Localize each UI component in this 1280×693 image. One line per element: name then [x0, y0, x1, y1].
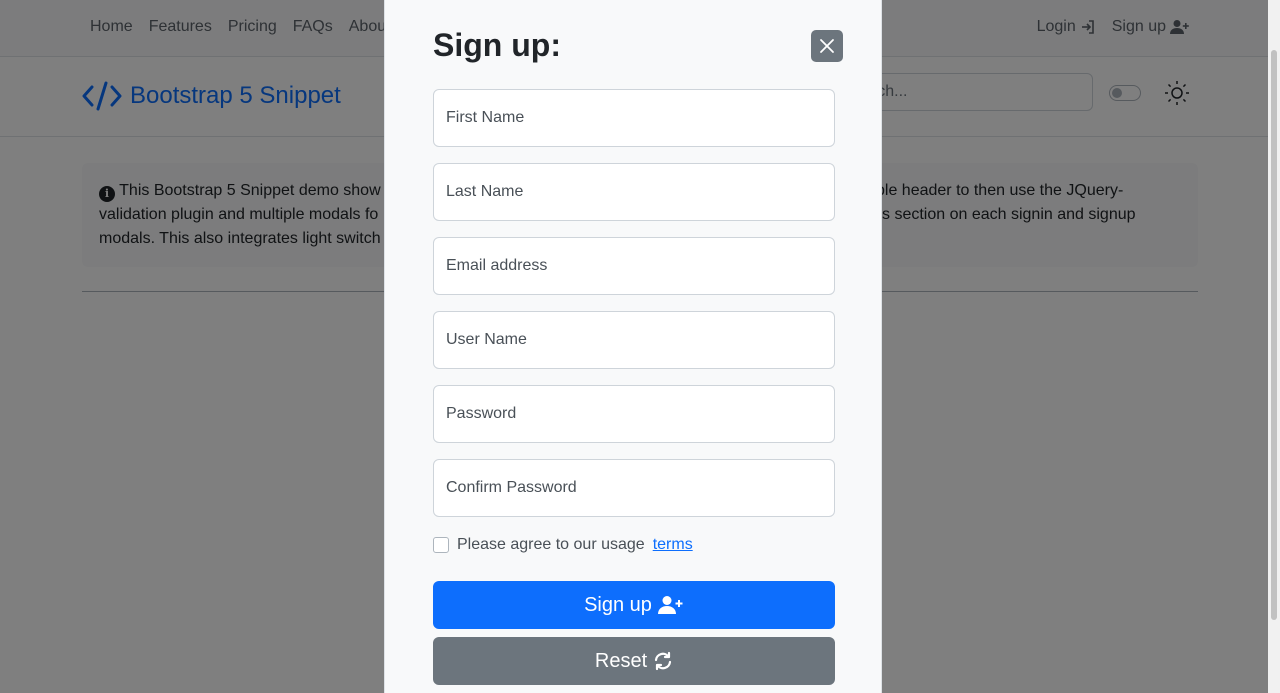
- close-button[interactable]: [811, 30, 843, 62]
- username-input[interactable]: [433, 311, 835, 369]
- agree-label: Please agree to our usage: [457, 536, 645, 553]
- terms-agreement: Please agree to our usage terms: [433, 536, 693, 554]
- signup-submit-button[interactable]: Sign up: [433, 581, 835, 629]
- reset-button[interactable]: Reset: [433, 637, 835, 685]
- modal-title: Sign up:: [433, 27, 561, 63]
- scrollbar[interactable]: [1268, 0, 1280, 693]
- close-icon: [820, 39, 834, 53]
- password-input[interactable]: [433, 385, 835, 443]
- first-name-input[interactable]: [433, 89, 835, 147]
- terms-checkbox[interactable]: [433, 537, 449, 553]
- user-plus-icon: [657, 596, 683, 614]
- email-input[interactable]: [433, 237, 835, 295]
- confirm-password-input[interactable]: [433, 459, 835, 517]
- terms-link[interactable]: terms: [653, 536, 693, 554]
- signup-modal: Sign up: Please agree to our usage terms…: [384, 0, 882, 693]
- scrollbar-thumb[interactable]: [1271, 50, 1277, 620]
- submit-label: Sign up: [584, 593, 652, 616]
- last-name-input[interactable]: [433, 163, 835, 221]
- sync-icon: [655, 651, 672, 671]
- reset-label: Reset: [594, 649, 648, 672]
